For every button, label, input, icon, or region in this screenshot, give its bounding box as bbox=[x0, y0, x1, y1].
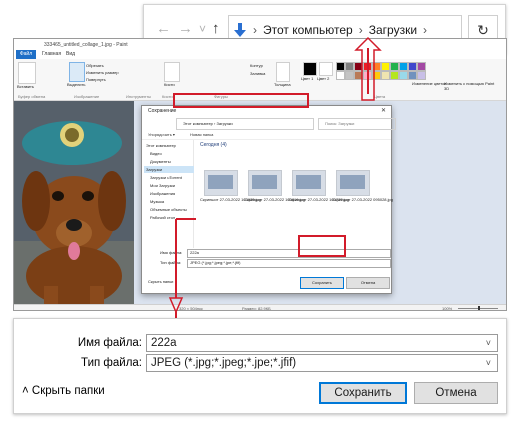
filename-value: 222a bbox=[151, 337, 177, 349]
hide-folders-label: Скрыть папки bbox=[31, 385, 105, 397]
filetype-select[interactable]: JPEG (*.jpg;*.jpeg;*.jpe;*.jfif) ˅ bbox=[146, 354, 498, 372]
chevron-up-icon: ˄ bbox=[22, 385, 29, 397]
chevron-down-icon[interactable]: ˅ bbox=[486, 335, 491, 352]
filetype-label: Тип файла: bbox=[81, 357, 142, 369]
arrow-down-icon bbox=[168, 297, 184, 314]
filename-input[interactable]: 222a ˅ bbox=[146, 334, 498, 352]
chevron-down-icon[interactable]: ˅ bbox=[486, 355, 491, 372]
filename-label: Имя файла: bbox=[77, 337, 142, 349]
zoomed-save-panel: Имя файла: 222a ˅ Тип файла: JPEG (*.jpg… bbox=[13, 318, 507, 414]
filetype-value: JPEG (*.jpg;*.jpeg;*.jpe;*.jfif) bbox=[151, 357, 297, 369]
hide-folders-button[interactable]: ˄ Скрыть папки bbox=[22, 385, 105, 397]
cancel-button[interactable]: Отмена bbox=[414, 382, 498, 404]
save-button[interactable]: Сохранить bbox=[319, 382, 407, 404]
